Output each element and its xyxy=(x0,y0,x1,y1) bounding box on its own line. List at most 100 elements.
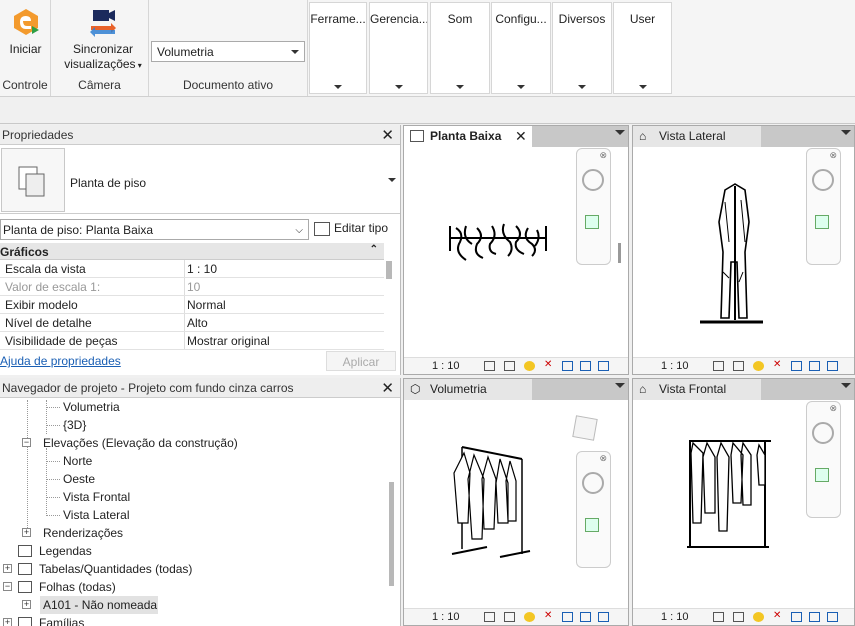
tree-item-renderizacoes[interactable]: Renderizações xyxy=(43,526,123,540)
visual-style-icon[interactable] xyxy=(733,361,744,371)
shadows-icon[interactable]: ✕ xyxy=(544,359,555,370)
tree-item-folhas[interactable]: Folhas (todas) xyxy=(39,580,116,594)
visual-style-icon[interactable] xyxy=(504,361,515,371)
chevron-down-icon[interactable] xyxy=(841,383,851,388)
steering-wheel-icon[interactable] xyxy=(812,422,834,444)
detail-level-icon[interactable] xyxy=(484,612,495,622)
active-document-select[interactable]: Volumetria xyxy=(151,41,305,62)
sun-path-icon[interactable] xyxy=(753,361,764,371)
collapse-icon[interactable]: ⌃ xyxy=(370,244,378,255)
expand-icon[interactable]: + xyxy=(22,528,31,537)
temporary-hide-icon[interactable] xyxy=(598,612,609,622)
view-scale[interactable]: 1 : 10 xyxy=(661,360,689,372)
navigation-bar[interactable]: ⊗ xyxy=(576,451,611,568)
type-selector[interactable]: Planta de piso xyxy=(0,146,400,214)
browser-scrollbar[interactable] xyxy=(389,482,394,586)
zoom-icon[interactable] xyxy=(585,215,599,229)
steering-wheel-icon[interactable] xyxy=(812,169,834,191)
tree-item-a101[interactable]: A101 - Não nomeada xyxy=(43,598,157,612)
temporary-hide-icon[interactable] xyxy=(827,361,838,371)
view-scale[interactable]: 1 : 10 xyxy=(432,611,460,623)
tree-item-legendas[interactable]: Legendas xyxy=(39,544,92,558)
tree-item-familias[interactable]: Famílias xyxy=(39,616,84,626)
navigation-bar[interactable]: ⊗ xyxy=(576,148,611,265)
visual-style-icon[interactable] xyxy=(504,612,515,622)
tree-item-3d[interactable]: {3D} xyxy=(63,418,86,432)
close-icon[interactable]: ⊗ xyxy=(599,453,607,464)
prop-value[interactable]: 1 : 10 xyxy=(187,262,217,276)
steering-wheel-icon[interactable] xyxy=(582,169,604,191)
view-volumetria[interactable]: ⬡ Volumetria ⊗ 1 : 10 ✕ xyxy=(403,378,629,626)
prop-row[interactable]: Visibilidade de peças Mostrar original xyxy=(0,332,384,350)
close-icon[interactable]: ⊗ xyxy=(599,150,607,161)
sun-path-icon[interactable] xyxy=(524,361,535,371)
sync-dropdown-icon[interactable]: ▾ xyxy=(136,61,142,70)
tab-user[interactable]: User xyxy=(613,2,672,94)
tab-vista-lateral[interactable]: ⌂ Vista Lateral xyxy=(633,126,761,147)
tab-diversos[interactable]: Diversos xyxy=(552,2,612,94)
detail-level-icon[interactable] xyxy=(484,361,495,371)
chevron-down-icon[interactable] xyxy=(841,130,851,135)
shadows-icon[interactable]: ✕ xyxy=(773,610,784,621)
crop-region-icon[interactable] xyxy=(809,361,820,371)
view-vista-lateral[interactable]: ⌂ Vista Lateral ⊗ 1 : 10 ✕ xyxy=(632,125,855,375)
crop-view-icon[interactable] xyxy=(791,361,802,371)
prop-value[interactable]: Normal xyxy=(187,298,226,312)
zoom-icon[interactable] xyxy=(585,518,599,532)
zoom-icon[interactable] xyxy=(815,468,829,482)
crop-region-icon[interactable] xyxy=(580,612,591,622)
tree-item-oeste[interactable]: Oeste xyxy=(63,472,95,486)
chevron-down-icon[interactable] xyxy=(615,383,625,388)
navigation-bar[interactable]: ⊗ xyxy=(806,148,841,265)
view-scrollbar[interactable] xyxy=(618,243,621,263)
navigation-bar[interactable]: ⊗ xyxy=(806,401,841,518)
shadows-icon[interactable]: ✕ xyxy=(544,610,555,621)
expand-icon[interactable]: + xyxy=(3,564,12,573)
view-scale[interactable]: 1 : 10 xyxy=(432,360,460,372)
crop-view-icon[interactable] xyxy=(562,361,573,371)
crop-view-icon[interactable] xyxy=(791,612,802,622)
close-icon[interactable]: ⊗ xyxy=(829,150,837,161)
zoom-icon[interactable] xyxy=(815,215,829,229)
chevron-down-icon[interactable] xyxy=(615,130,625,135)
prop-value[interactable]: Mostrar original xyxy=(187,334,270,348)
apply-button[interactable]: Aplicar xyxy=(326,351,396,371)
temporary-hide-icon[interactable] xyxy=(598,361,609,371)
render-icon[interactable] xyxy=(562,612,573,622)
properties-help-link[interactable]: Ajuda de propriedades xyxy=(0,354,121,368)
crop-region-icon[interactable] xyxy=(580,361,591,371)
view-vista-frontal[interactable]: ⌂ Vista Frontal ⊗ 1 : 10 ✕ xyxy=(632,378,855,626)
shadows-icon[interactable]: ✕ xyxy=(773,359,784,370)
detail-level-icon[interactable] xyxy=(713,361,724,371)
viewcube-icon[interactable] xyxy=(572,415,598,441)
close-icon[interactable]: ✕ xyxy=(381,126,394,144)
tab-ferramentas[interactable]: Ferrame... xyxy=(309,2,367,94)
prop-value[interactable]: Alto xyxy=(187,316,208,330)
visual-style-icon[interactable] xyxy=(733,612,744,622)
tab-configuracoes[interactable]: Configu... xyxy=(491,2,551,94)
prop-row[interactable]: Escala da vista 1 : 10 xyxy=(0,260,384,278)
tree-item-vista-frontal[interactable]: Vista Frontal xyxy=(63,490,130,504)
tree-item-vista-lateral[interactable]: Vista Lateral xyxy=(63,508,130,522)
tree-item-norte[interactable]: Norte xyxy=(63,454,92,468)
expand-icon[interactable]: + xyxy=(22,600,31,609)
tab-gerenciar[interactable]: Gerencia... xyxy=(369,2,428,94)
tab-volumetria[interactable]: ⬡ Volumetria xyxy=(404,379,532,400)
close-icon[interactable]: ⊗ xyxy=(829,403,837,414)
tab-vista-frontal[interactable]: ⌂ Vista Frontal xyxy=(633,379,761,400)
tab-som[interactable]: Som xyxy=(430,2,490,94)
prop-row[interactable]: Nível de detalhe Alto xyxy=(0,314,384,332)
detail-level-icon[interactable] xyxy=(713,612,724,622)
prop-row[interactable]: Exibir modelo Normal xyxy=(0,296,384,314)
steering-wheel-icon[interactable] xyxy=(582,472,604,494)
tree-item-tabelas[interactable]: Tabelas/Quantidades (todas) xyxy=(39,562,192,576)
tab-planta-baixa[interactable]: Planta Baixa ✕ xyxy=(404,126,532,147)
close-icon[interactable]: ✕ xyxy=(515,128,527,145)
temporary-hide-icon[interactable] xyxy=(827,612,838,622)
sun-path-icon[interactable] xyxy=(524,612,535,622)
sun-path-icon[interactable] xyxy=(753,612,764,622)
iniciar-button[interactable]: Iniciar xyxy=(0,6,51,57)
edit-type-button[interactable]: Editar tipo xyxy=(314,221,388,236)
tree-item-volumetria[interactable]: Volumetria xyxy=(63,400,120,414)
instance-filter-select[interactable]: Planta de piso: Planta Baixa ⌵ xyxy=(0,219,309,240)
